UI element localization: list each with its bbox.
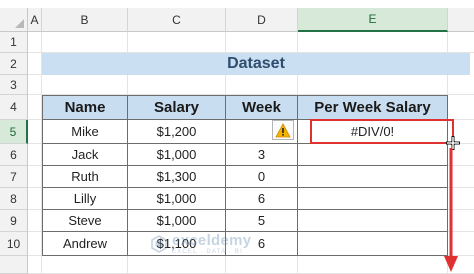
- watermark-tagline: EXCEL · DATA · BI: [172, 249, 243, 255]
- watermark-name: exceldemy: [172, 232, 252, 249]
- per-week-salary-cell[interactable]: [298, 232, 448, 256]
- cell[interactable]: [448, 95, 474, 120]
- cell[interactable]: [128, 32, 226, 53]
- cell[interactable]: [226, 32, 298, 53]
- table-row: 9 Steve $1,000 5: [0, 210, 474, 232]
- salary-cell[interactable]: $1,000: [128, 210, 226, 232]
- row-header[interactable]: 4: [0, 95, 28, 120]
- cell[interactable]: [42, 256, 128, 274]
- week-cell[interactable]: 5: [226, 210, 298, 232]
- name-cell[interactable]: Steve: [42, 210, 128, 232]
- name-cell[interactable]: Ruth: [42, 166, 128, 188]
- name-cell[interactable]: Mike: [42, 120, 128, 144]
- table-row: 7 Ruth $1,300 0: [0, 166, 474, 188]
- cell[interactable]: [28, 232, 42, 256]
- row-header[interactable]: 6: [0, 144, 28, 166]
- cell[interactable]: [298, 256, 448, 274]
- select-all-corner[interactable]: [0, 8, 28, 32]
- error-warning-button[interactable]: [272, 120, 294, 140]
- per-week-salary-cell[interactable]: [298, 144, 448, 166]
- sheet-row: 1: [0, 32, 474, 53]
- cell[interactable]: [226, 256, 298, 274]
- header-per-week-salary[interactable]: Per Week Salary: [298, 95, 448, 120]
- header-week[interactable]: Week: [226, 95, 298, 120]
- cell[interactable]: [28, 32, 42, 53]
- salary-cell[interactable]: $1,200: [128, 120, 226, 144]
- sheet-row: 3: [0, 75, 474, 95]
- cell[interactable]: [28, 188, 42, 210]
- week-cell[interactable]: 0: [226, 166, 298, 188]
- cell[interactable]: [28, 120, 42, 144]
- salary-cell[interactable]: $1,000: [128, 144, 226, 166]
- cell[interactable]: [128, 256, 226, 274]
- watermark-logo: exceldemy EXCEL · DATA · BI: [150, 232, 251, 255]
- column-header-a[interactable]: A: [28, 8, 42, 32]
- row-header[interactable]: 1: [0, 32, 28, 53]
- cell[interactable]: [128, 75, 226, 95]
- row-header[interactable]: 2: [0, 53, 28, 75]
- cell[interactable]: [226, 75, 298, 95]
- per-week-salary-cell[interactable]: [298, 188, 448, 210]
- exceldemy-logo-icon: [151, 234, 167, 253]
- sheet-row: 2: [0, 53, 42, 75]
- cell[interactable]: [28, 210, 42, 232]
- column-header-d[interactable]: D: [226, 8, 298, 32]
- cell[interactable]: [42, 75, 128, 95]
- column-header-e[interactable]: E: [298, 8, 448, 32]
- cell[interactable]: [28, 75, 42, 95]
- row-header[interactable]: 5: [0, 120, 28, 144]
- cell[interactable]: [298, 75, 448, 95]
- cell[interactable]: [448, 32, 474, 53]
- cell[interactable]: [28, 166, 42, 188]
- cell[interactable]: [28, 53, 42, 75]
- header-name[interactable]: Name: [42, 95, 128, 120]
- row-header[interactable]: 9: [0, 210, 28, 232]
- name-cell[interactable]: Lilly: [42, 188, 128, 210]
- table-row: 6 Jack $1,000 3: [0, 144, 474, 166]
- drag-down-arrow-icon: [444, 148, 458, 272]
- selected-cell-highlight[interactable]: [310, 119, 454, 144]
- table-header-row: 4 Name Salary Week Per Week Salary: [0, 95, 474, 120]
- name-cell[interactable]: Jack: [42, 144, 128, 166]
- dataset-title[interactable]: Dataset: [42, 53, 470, 75]
- sheet-row: [0, 256, 474, 274]
- week-cell[interactable]: 6: [226, 188, 298, 210]
- cell[interactable]: [298, 32, 448, 53]
- header-salary[interactable]: Salary: [128, 95, 226, 120]
- cell[interactable]: [28, 95, 42, 120]
- column-header-b[interactable]: B: [42, 8, 128, 32]
- row-header[interactable]: 7: [0, 166, 28, 188]
- name-cell[interactable]: Andrew: [42, 232, 128, 256]
- table-row: 8 Lilly $1,000 6: [0, 188, 474, 210]
- week-cell[interactable]: 3: [226, 144, 298, 166]
- salary-cell[interactable]: $1,000: [128, 188, 226, 210]
- row-header[interactable]: 10: [0, 232, 28, 256]
- per-week-salary-cell[interactable]: [298, 210, 448, 232]
- cell[interactable]: [448, 75, 474, 95]
- row-header[interactable]: [0, 256, 28, 274]
- column-header-f[interactable]: [448, 8, 474, 32]
- cell[interactable]: [28, 256, 42, 274]
- cell[interactable]: [42, 32, 128, 53]
- cell[interactable]: [28, 144, 42, 166]
- column-header-row: A B C D E: [0, 8, 474, 32]
- per-week-salary-cell[interactable]: [298, 166, 448, 188]
- row-header[interactable]: 8: [0, 188, 28, 210]
- salary-cell[interactable]: $1,300: [128, 166, 226, 188]
- row-header[interactable]: 3: [0, 75, 28, 95]
- column-header-c[interactable]: C: [128, 8, 226, 32]
- warning-triangle-icon: [275, 122, 291, 137]
